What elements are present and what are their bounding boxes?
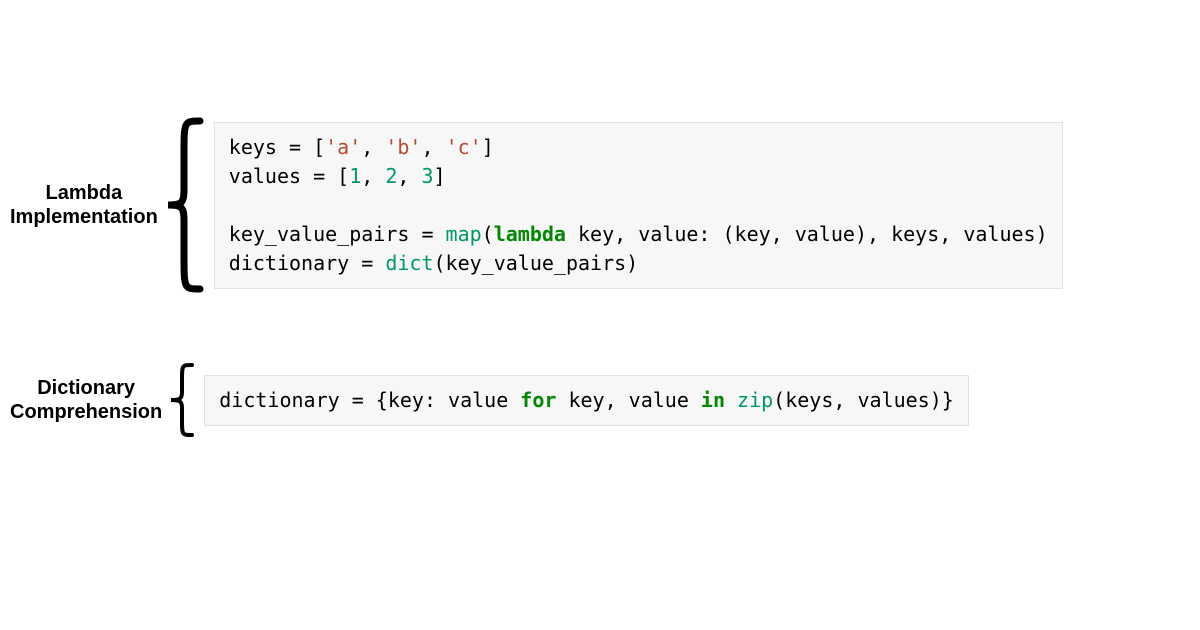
- brace-lambda: [160, 115, 208, 295]
- code-text: ,: [397, 164, 421, 188]
- code-text: ,: [421, 135, 445, 159]
- section-comprehension: Dictionary Comprehension dictionary = {k…: [10, 360, 969, 440]
- keyword-in: in: [701, 388, 725, 412]
- code-text: key, value: (key, value), keys, values): [566, 222, 1048, 246]
- keyword-lambda: lambda: [494, 222, 566, 246]
- code-text: dictionary =: [229, 251, 386, 275]
- builtin-zip: zip: [737, 388, 773, 412]
- number-literal: 3: [422, 164, 434, 188]
- section-lambda: Lambda Implementation keys = ['a', 'b', …: [10, 115, 1063, 295]
- code-text: ,: [361, 135, 385, 159]
- code-text: (keys, values)}: [773, 388, 954, 412]
- code-text: dictionary = {key: value: [219, 388, 520, 412]
- keyword-for: for: [520, 388, 556, 412]
- code-lambda: keys = ['a', 'b', 'c'] values = [1, 2, 3…: [214, 122, 1063, 289]
- code-text: ,: [361, 164, 385, 188]
- builtin-dict: dict: [385, 251, 433, 275]
- number-literal: 2: [385, 164, 397, 188]
- string-literal: 'a': [325, 135, 361, 159]
- string-literal: 'c': [446, 135, 482, 159]
- code-text: (key_value_pairs): [434, 251, 639, 275]
- label-comprehension: Dictionary Comprehension: [10, 376, 162, 424]
- builtin-map: map: [446, 222, 482, 246]
- code-text: key, value: [556, 388, 701, 412]
- code-comprehension: dictionary = {key: value for key, value …: [204, 375, 969, 426]
- code-text: (: [482, 222, 494, 246]
- code-text: keys = [: [229, 135, 325, 159]
- brace-comprehension: [164, 360, 198, 440]
- code-text: key_value_pairs =: [229, 222, 446, 246]
- code-text: values = [: [229, 164, 349, 188]
- label-lambda: Lambda Implementation: [10, 181, 158, 229]
- string-literal: 'b': [385, 135, 421, 159]
- code-text: [725, 388, 737, 412]
- number-literal: 1: [349, 164, 361, 188]
- code-text: ]: [482, 135, 494, 159]
- code-text: ]: [434, 164, 446, 188]
